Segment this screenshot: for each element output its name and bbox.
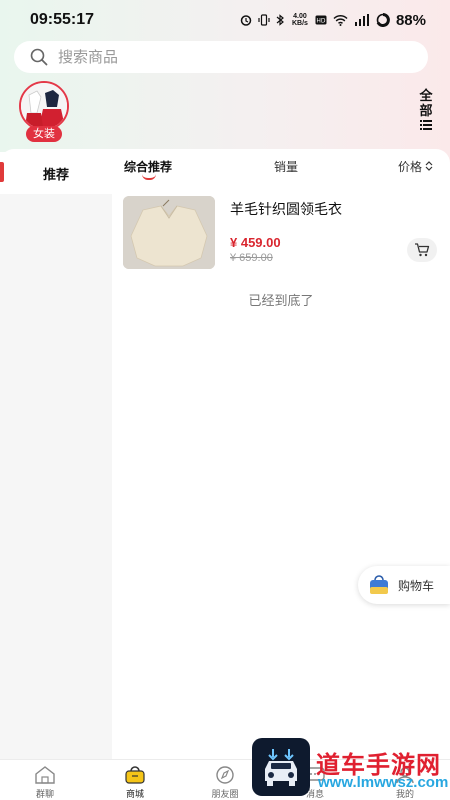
- sort-price[interactable]: 价格: [398, 158, 433, 175]
- shopping-bag-icon: [125, 766, 145, 784]
- tab-label: 群聊: [35, 789, 54, 799]
- watermark-logo: [252, 738, 310, 796]
- add-to-cart-button[interactable]: [407, 238, 437, 262]
- all-categories-button[interactable]: 全 部: [416, 88, 436, 133]
- hd-icon: HD: [315, 15, 327, 25]
- floating-cart-button[interactable]: 购物车: [358, 566, 450, 604]
- product-image: [123, 196, 215, 269]
- wifi-icon: [333, 14, 348, 26]
- sort-arrows-icon: [425, 161, 433, 171]
- home-icon: [35, 766, 55, 784]
- status-time: 09:55:17: [30, 11, 95, 28]
- svg-text:HD: HD: [316, 18, 326, 25]
- category-women-clothing[interactable]: 女装: [19, 81, 69, 142]
- bluetooth-icon: [276, 14, 284, 26]
- left-tab-label: 推荐: [42, 166, 69, 182]
- net-speed: 4.00 KB/s: [291, 13, 308, 27]
- sort-comprehensive[interactable]: 综合推荐: [124, 158, 172, 175]
- battery-icon: [376, 13, 390, 27]
- search-icon: [30, 48, 48, 66]
- status-bar: 09:55:17 4.00 KB/s HD 88%: [0, 0, 450, 40]
- list-icon: [420, 120, 432, 130]
- sort-bar: 综合推荐 销量 价格: [112, 152, 450, 182]
- sort-sales[interactable]: 销量: [274, 158, 298, 175]
- all-label-line1: 全: [419, 88, 433, 103]
- vibrate-icon: [258, 14, 270, 26]
- signal-icon: [354, 14, 369, 26]
- battery-level: 88%: [395, 11, 426, 29]
- tab-group-chat[interactable]: 群聊: [0, 760, 90, 800]
- compass-icon: [216, 766, 234, 784]
- tab-mall[interactable]: 商城: [90, 760, 180, 800]
- left-tab-recommend[interactable]: 推荐: [0, 152, 112, 194]
- floating-cart-label: 购物车: [398, 578, 435, 593]
- category-label: 女装: [26, 126, 62, 142]
- active-indicator: [0, 162, 4, 182]
- shopping-basket-icon: [370, 575, 388, 594]
- product-card[interactable]: 羊毛针织圆领毛衣 ¥ 459.00 ¥ 659.00: [123, 196, 443, 271]
- alarm-icon: [240, 15, 252, 26]
- tab-label: 朋友圈: [211, 789, 239, 799]
- status-icons: 4.00 KB/s HD 88%: [240, 12, 426, 29]
- watermark-url: www.lmwwsz.com: [318, 774, 449, 791]
- left-category-column: [0, 194, 112, 759]
- all-label-line2: 部: [419, 103, 433, 118]
- search-bar[interactable]: [14, 41, 428, 73]
- sort-price-label: 价格: [398, 160, 423, 174]
- cart-icon: [415, 243, 430, 257]
- end-of-list-text: 已经到底了: [248, 293, 314, 308]
- product-price: ¥ 459.00: [230, 235, 281, 250]
- search-input[interactable]: [58, 48, 358, 66]
- product-title: 羊毛针织圆领毛衣: [230, 201, 342, 217]
- tab-label: 商城: [125, 789, 144, 799]
- product-original-price: ¥ 659.00: [230, 252, 273, 264]
- category-image: [19, 81, 69, 131]
- sort-active-underline: [142, 174, 156, 180]
- car-logo-icon: [265, 749, 297, 786]
